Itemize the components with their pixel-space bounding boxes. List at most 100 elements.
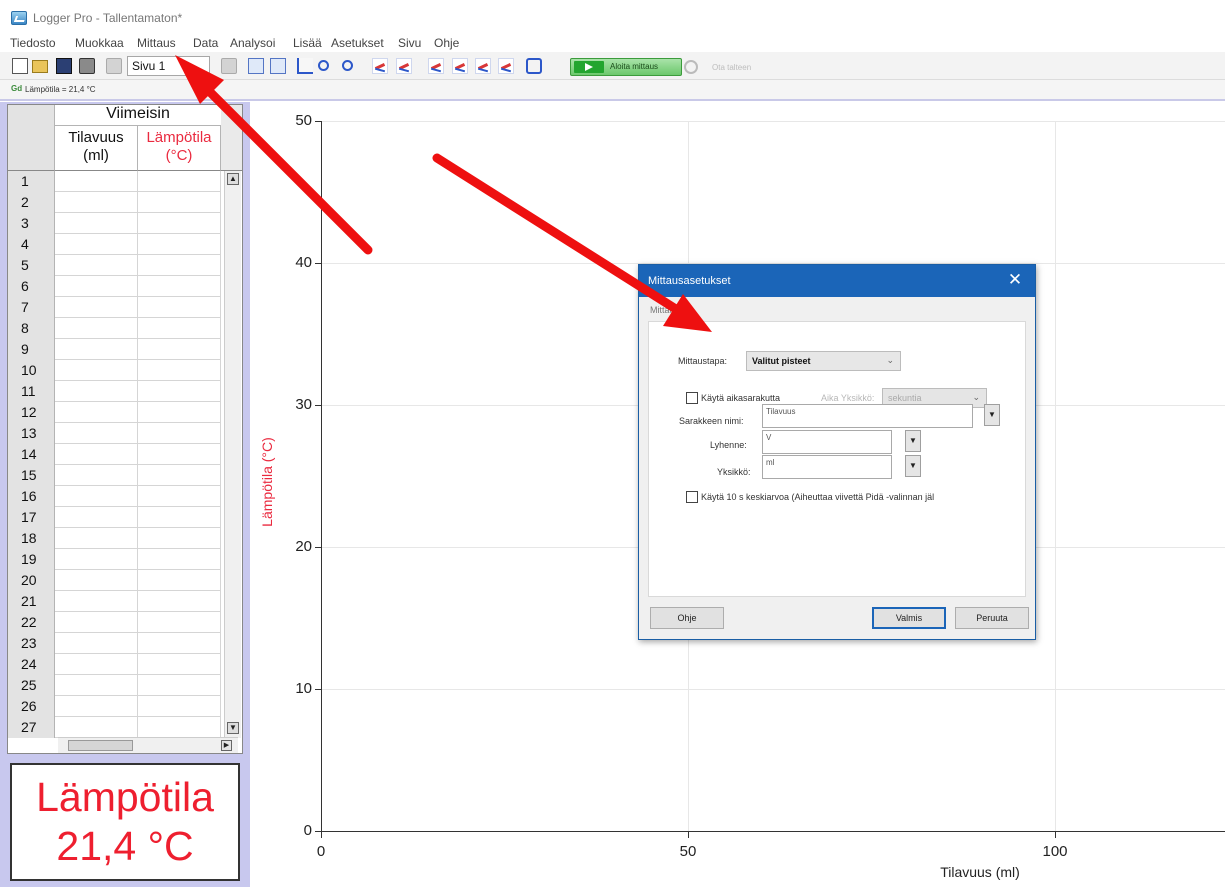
menu-tiedosto[interactable]: Tiedosto (10, 36, 56, 50)
table-row[interactable]: 23 (8, 633, 221, 654)
timebase-checkbox[interactable] (686, 392, 698, 404)
table-row[interactable]: 16 (8, 486, 221, 507)
volume-cell[interactable] (55, 381, 138, 402)
temperature-cell[interactable] (138, 360, 221, 381)
scroll-right-icon[interactable]: ▶ (221, 740, 232, 751)
table-row[interactable]: 2 (8, 192, 221, 213)
temperature-cell[interactable] (138, 381, 221, 402)
temperature-cell[interactable] (138, 255, 221, 276)
table-row[interactable]: 19 (8, 549, 221, 570)
temperature-cell[interactable] (138, 192, 221, 213)
temperature-cell[interactable] (138, 171, 221, 192)
temperature-cell[interactable] (138, 318, 221, 339)
table-row[interactable]: 10 (8, 360, 221, 381)
temperature-cell[interactable] (138, 549, 221, 570)
table-row[interactable]: 15 (8, 465, 221, 486)
zoom-out-icon[interactable] (342, 60, 353, 71)
meter-icon[interactable] (270, 58, 286, 74)
volume-cell[interactable] (55, 654, 138, 675)
curve-fit-icon[interactable] (498, 58, 514, 74)
autoscale-icon[interactable] (297, 58, 313, 74)
volume-cell[interactable] (55, 444, 138, 465)
table-row[interactable]: 17 (8, 507, 221, 528)
temperature-cell[interactable] (138, 612, 221, 633)
temperature-cell[interactable] (138, 654, 221, 675)
temperature-cell[interactable] (138, 465, 221, 486)
horizontal-scroll-thumb[interactable] (68, 740, 133, 751)
menu-data[interactable]: Data (193, 36, 218, 50)
temperature-cell[interactable] (138, 423, 221, 444)
linear-fit-icon[interactable] (475, 58, 491, 74)
short-name-field[interactable]: V (762, 430, 892, 454)
volume-cell[interactable] (55, 339, 138, 360)
table-row[interactable]: 27 (8, 717, 221, 738)
model-icon[interactable] (526, 58, 542, 74)
tangent-icon[interactable] (396, 58, 412, 74)
table-row[interactable]: 12 (8, 402, 221, 423)
table-row[interactable]: 1 (8, 171, 221, 192)
volume-cell[interactable] (55, 549, 138, 570)
volume-cell[interactable] (55, 675, 138, 696)
table-row[interactable]: 9 (8, 339, 221, 360)
examine-icon[interactable] (372, 58, 388, 74)
column-header-temperature[interactable]: Lämpötila (°C) (138, 126, 221, 171)
table-row[interactable]: 25 (8, 675, 221, 696)
page-select[interactable]: Sivu 1 (127, 56, 210, 76)
menu-sivu[interactable]: Sivu (398, 36, 421, 50)
unit-field[interactable]: ml (762, 455, 892, 479)
temperature-cell[interactable] (138, 297, 221, 318)
scroll-down-icon[interactable]: ▼ (227, 722, 239, 734)
table-icon[interactable] (248, 58, 264, 74)
horizontal-scrollbar[interactable]: ▶ (58, 737, 238, 753)
temperature-cell[interactable] (138, 213, 221, 234)
average-checkbox[interactable] (686, 491, 698, 503)
temperature-cell[interactable] (138, 717, 221, 738)
table-row[interactable]: 20 (8, 570, 221, 591)
vertical-scrollbar[interactable]: ▲ ▼ (224, 171, 241, 738)
volume-cell[interactable] (55, 297, 138, 318)
y-axis-label[interactable]: Lämpötila (°C) (259, 417, 275, 547)
temperature-cell[interactable] (138, 696, 221, 717)
integral-icon[interactable] (428, 58, 444, 74)
menu-ohje[interactable]: Ohje (434, 36, 459, 50)
volume-cell[interactable] (55, 213, 138, 234)
temperature-cell[interactable] (138, 339, 221, 360)
volume-cell[interactable] (55, 402, 138, 423)
volume-cell[interactable] (55, 234, 138, 255)
table-row[interactable]: 13 (8, 423, 221, 444)
table-row[interactable]: 3 (8, 213, 221, 234)
ok-button[interactable]: Valmis (872, 607, 946, 629)
volume-cell[interactable] (55, 255, 138, 276)
temperature-cell[interactable] (138, 507, 221, 528)
table-row[interactable]: 4 (8, 234, 221, 255)
keep-icon[interactable] (684, 60, 698, 74)
menu-analysoi[interactable]: Analysoi (230, 36, 275, 50)
scroll-up-icon[interactable]: ▲ (227, 173, 239, 185)
temperature-cell[interactable] (138, 633, 221, 654)
zoom-in-icon[interactable] (318, 60, 329, 71)
menu-mittaus[interactable]: Mittaus (137, 36, 176, 50)
next-page-icon[interactable] (221, 58, 237, 74)
table-row[interactable]: 14 (8, 444, 221, 465)
volume-cell[interactable] (55, 717, 138, 738)
table-row[interactable]: 24 (8, 654, 221, 675)
table-row[interactable]: 18 (8, 528, 221, 549)
volume-cell[interactable] (55, 570, 138, 591)
volume-cell[interactable] (55, 612, 138, 633)
menu-asetukset[interactable]: Asetukset (331, 36, 384, 50)
table-row[interactable]: 6 (8, 276, 221, 297)
close-icon[interactable]: ✕ (1001, 269, 1029, 293)
new-file-icon[interactable] (12, 58, 28, 74)
mode-select[interactable]: Valitut pisteet ⌄ (746, 351, 901, 371)
table-row[interactable]: 5 (8, 255, 221, 276)
temperature-cell[interactable] (138, 570, 221, 591)
temperature-cell[interactable] (138, 234, 221, 255)
table-row[interactable]: 8 (8, 318, 221, 339)
digital-meter[interactable]: Lämpötila 21,4 °C (10, 763, 240, 881)
table-row[interactable]: 7 (8, 297, 221, 318)
table-row[interactable]: 26 (8, 696, 221, 717)
data-table[interactable]: Viimeisin Tilavuus (ml) Lämpötila (°C) 1… (7, 104, 243, 754)
x-axis-label[interactable]: Tilavuus (ml) (920, 864, 1040, 880)
table-row[interactable]: 11 (8, 381, 221, 402)
volume-cell[interactable] (55, 192, 138, 213)
